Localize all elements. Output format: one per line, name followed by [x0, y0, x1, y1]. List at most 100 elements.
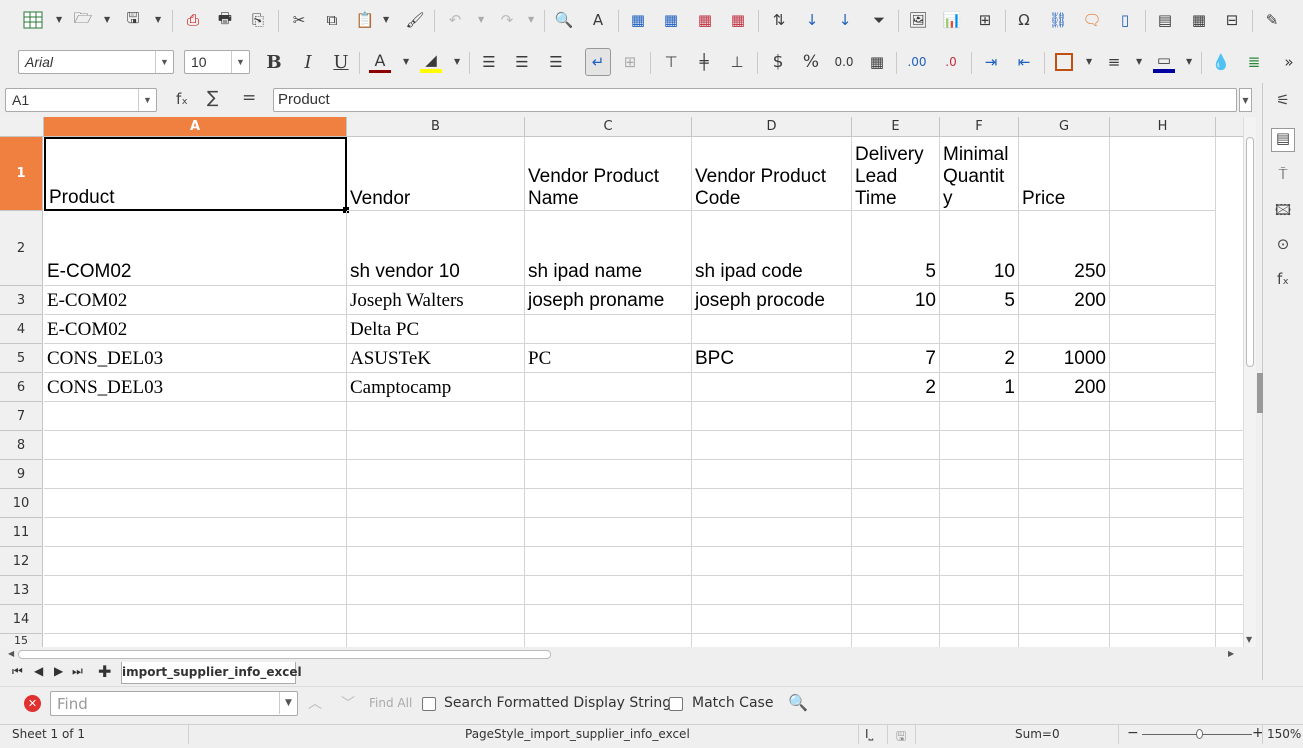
sort-ascending-icon[interactable]: ↓ [801, 9, 823, 31]
cell-d6[interactable] [692, 373, 852, 402]
chevron-down-icon[interactable]: ▼ [138, 89, 156, 111]
horizontal-scrollbar[interactable]: ◀ ▶ [0, 647, 1262, 662]
print-preview-icon[interactable]: ⎘ [247, 9, 269, 31]
first-sheet-icon[interactable]: ⏮ [12, 664, 23, 679]
cell-c2[interactable]: sh ipad name [525, 211, 692, 286]
scroll-down-icon[interactable]: ▼ [1246, 635, 1252, 644]
expand-formula-icon[interactable]: ▼ [1239, 88, 1252, 112]
chevron-down-icon[interactable]: ▼ [528, 15, 534, 24]
chevron-down-icon[interactable]: ▼ [104, 15, 110, 24]
cell-b5[interactable]: ASUSTeK [347, 344, 525, 373]
row-header-8[interactable]: 8 [0, 431, 43, 460]
cell-e3[interactable]: 10 [852, 286, 940, 315]
styles-icon[interactable]: ▤ [1271, 128, 1295, 152]
column-header-e[interactable]: E [852, 117, 940, 137]
chevron-down-icon[interactable]: ▼ [1186, 57, 1192, 66]
cell-a3[interactable]: E-COM02 [44, 286, 347, 315]
cell-h4[interactable] [1110, 315, 1216, 344]
cut-icon[interactable]: ✂ [288, 9, 310, 31]
merge-center-icon[interactable]: ⊞ [619, 51, 641, 73]
percent-icon[interactable]: % [800, 51, 822, 73]
cell-e4[interactable] [852, 315, 940, 344]
row-header-7[interactable]: 7 [0, 402, 43, 431]
cell-e6[interactable]: 2 [852, 373, 940, 402]
font-size-box[interactable]: 10 ▼ [184, 50, 250, 74]
navigator-icon[interactable]: ⊙ [1273, 235, 1293, 255]
undo-icon[interactable]: ↶ [444, 9, 466, 31]
zoom-level[interactable]: 150% [1267, 727, 1301, 741]
cell-d2[interactable]: sh ipad code [692, 211, 852, 286]
spreadsheet-new-icon[interactable] [22, 9, 44, 31]
delete-row-icon[interactable]: ▦ [694, 9, 716, 31]
cell-h3[interactable] [1110, 286, 1216, 315]
border-style-icon[interactable]: ≡ [1103, 51, 1125, 73]
delete-decimal-icon[interactable]: .0 [940, 51, 962, 73]
find-next-icon[interactable]: ﹀ [341, 693, 355, 713]
pivot-table-icon[interactable]: ⊞ [974, 9, 996, 31]
chevron-down-icon[interactable]: ▼ [1086, 57, 1092, 66]
cell-f4[interactable] [940, 315, 1019, 344]
cell-h2[interactable] [1110, 211, 1216, 286]
cell-c5[interactable]: PC [525, 344, 692, 373]
font-color-icon[interactable]: A [369, 51, 391, 73]
formula-equals-icon[interactable]: = [242, 88, 256, 108]
bold-icon[interactable]: B [263, 51, 285, 73]
find-input[interactable]: Find ▼ [50, 691, 298, 716]
row-header-14[interactable]: 14 [0, 605, 43, 634]
last-sheet-icon[interactable]: ⏭ [72, 664, 83, 679]
cell-b2[interactable]: sh vendor 10 [347, 211, 525, 286]
sort-descending-icon[interactable]: ↓ [834, 9, 856, 31]
cell-g2[interactable]: 250 [1019, 211, 1110, 286]
freeze-rows-icon[interactable]: ▦ [1188, 9, 1210, 31]
cell-f6[interactable]: 1 [940, 373, 1019, 402]
properties-icon[interactable]: ⚟ [1273, 91, 1293, 111]
delete-column-icon[interactable]: ▦ [727, 9, 749, 31]
chevron-down-icon[interactable]: ▼ [478, 15, 484, 24]
cell-d1[interactable]: Vendor Product Code [692, 137, 852, 211]
align-top-icon[interactable]: ⊤ [660, 51, 682, 73]
add-decimal-icon[interactable]: .00 [906, 51, 928, 73]
align-center-icon[interactable]: ☰ [511, 51, 533, 73]
cell-e1[interactable]: Delivery Lead Time [852, 137, 940, 211]
clone-formatting-icon[interactable]: 🖌 [404, 9, 426, 31]
font-name-box[interactable]: Arial ▼ [18, 50, 174, 74]
chevron-down-icon[interactable]: ▼ [383, 15, 389, 24]
name-box[interactable]: A1 ▼ [5, 88, 157, 112]
row-icon[interactable]: ▦ [627, 9, 649, 31]
column-icon[interactable]: ▦ [660, 9, 682, 31]
image-gallery-icon[interactable]: 🖾 [1273, 200, 1293, 220]
scroll-left-icon[interactable]: ◀ [8, 649, 14, 658]
sort-icon[interactable]: ⇅ [768, 9, 790, 31]
autofilter-icon[interactable]: ⏷ [868, 9, 890, 31]
cell-f1[interactable]: Minimal Quantit y [940, 137, 1019, 211]
cell-b3[interactable]: Joseph Walters [347, 286, 525, 315]
column-header-a[interactable]: A [44, 117, 347, 137]
paste-icon[interactable]: 📋 [354, 9, 376, 31]
chevron-down-icon[interactable]: ▼ [279, 692, 297, 714]
row-header-9[interactable]: 9 [0, 460, 43, 489]
draw-functions-icon[interactable]: ✎ [1261, 9, 1283, 31]
borders-icon[interactable] [1053, 51, 1075, 73]
cell-e2[interactable]: 5 [852, 211, 940, 286]
cell-g6[interactable]: 200 [1019, 373, 1110, 402]
export-pdf-icon[interactable]: ⎙ [182, 9, 204, 31]
sheet-tab[interactable]: import_supplier_info_excel [121, 662, 302, 684]
cell-g1[interactable]: Price [1019, 137, 1110, 211]
redo-icon[interactable]: ↷ [496, 9, 518, 31]
styles-icon[interactable]: ≣ [1243, 51, 1265, 73]
cell-a2[interactable]: E-COM02 [44, 211, 347, 286]
align-left-icon[interactable]: ☰ [478, 51, 500, 73]
find-replace-icon[interactable]: 🔍 [788, 693, 808, 712]
column-header-g[interactable]: G [1019, 117, 1110, 137]
define-print-area-icon[interactable]: ▤ [1154, 9, 1176, 31]
next-sheet-icon[interactable]: ▶ [54, 664, 63, 678]
conditional-format-icon[interactable]: 💧 [1210, 51, 1232, 73]
sidebar-collapse-handle[interactable] [1257, 373, 1263, 413]
decrease-indent-icon[interactable]: ⇤ [1013, 51, 1035, 73]
highlight-color-icon[interactable]: ◢ [420, 51, 442, 73]
row-header-13[interactable]: 13 [0, 576, 43, 605]
split-window-icon[interactable]: ⊟ [1221, 9, 1243, 31]
column-header-c[interactable]: C [525, 117, 692, 137]
close-find-icon[interactable]: ✕ [24, 695, 41, 712]
more-options-icon[interactable]: » [1278, 51, 1300, 73]
